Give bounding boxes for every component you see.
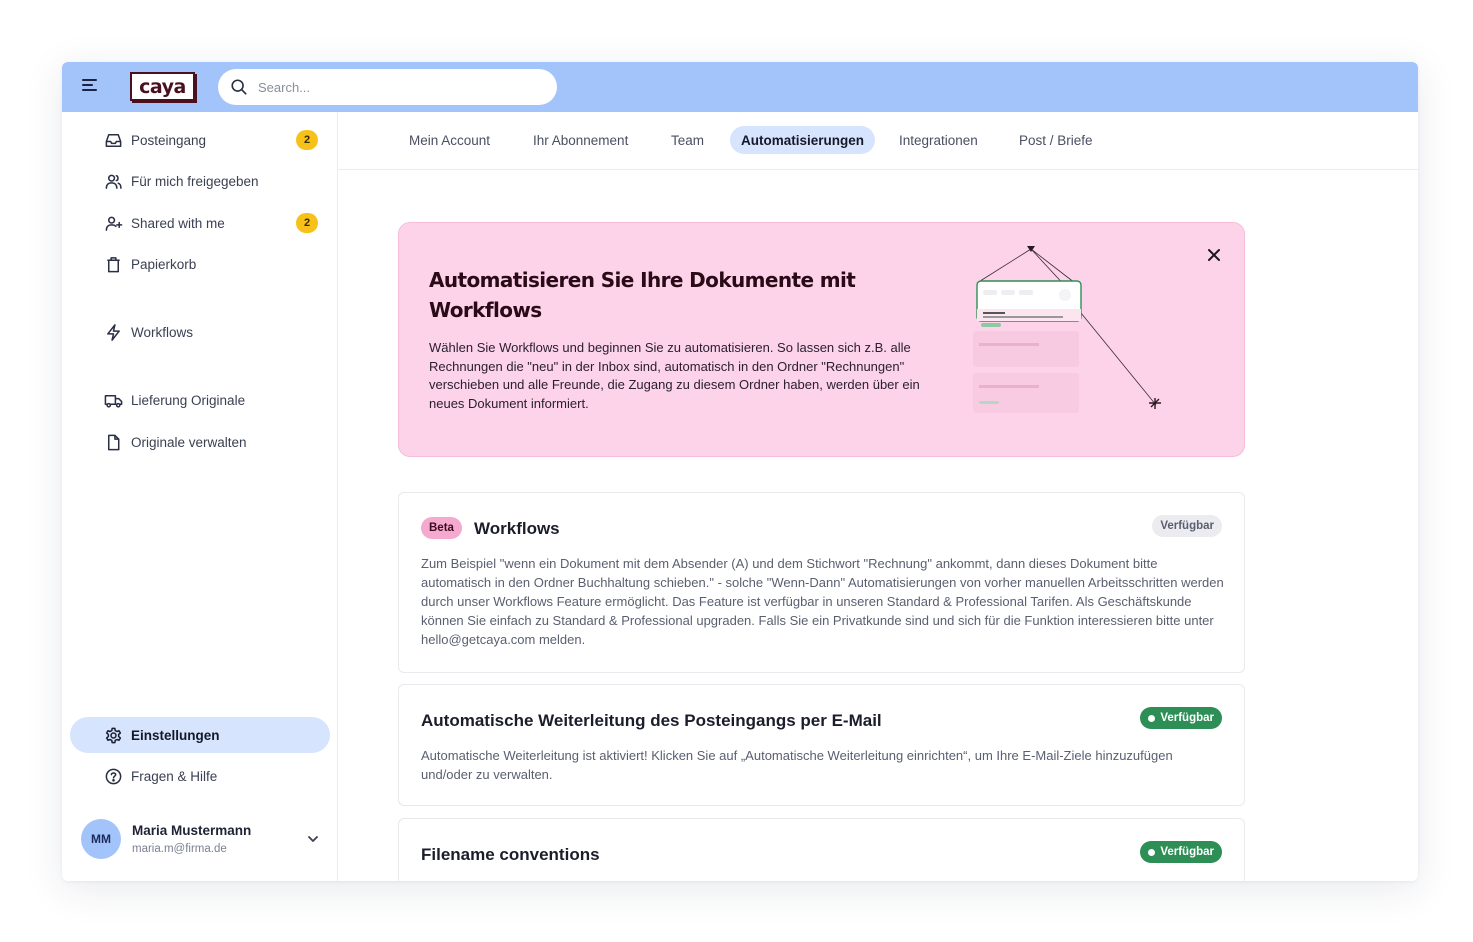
menu-icon[interactable] <box>82 79 98 93</box>
tab-team[interactable]: Team <box>660 126 715 154</box>
search-input[interactable] <box>258 79 538 95</box>
status-label: Verfügbar <box>1160 846 1214 858</box>
trash-icon <box>103 254 123 274</box>
lightning-icon <box>103 322 123 342</box>
sidebar-item-label: Shared with me <box>131 215 225 231</box>
sidebar-item-label: Originale verwalten <box>131 434 247 450</box>
close-icon[interactable] <box>1206 247 1222 263</box>
sidebar-item-fuer-mich-freigegeben[interactable]: Für mich freigegeben <box>70 163 330 199</box>
sidebar-item-label: Papierkorb <box>131 256 197 272</box>
beta-badge: Beta <box>421 517 462 539</box>
status-badge: Verfügbar <box>1152 515 1222 537</box>
sidebar-item-label: Posteingang <box>131 132 207 148</box>
workflows-promo-banner: Automatisieren Sie Ihre Dokumente mit Wo… <box>398 222 1245 457</box>
status-badge: Verfügbar <box>1140 707 1222 729</box>
sidebar-item-label: Fragen & Hilfe <box>131 768 218 784</box>
tab-automatisierungen[interactable]: Automatisierungen <box>730 126 876 154</box>
status-label: Verfügbar <box>1160 712 1214 724</box>
card-description: Zum Beispiel "wenn ein Dokument mit dem … <box>421 556 1224 647</box>
sidebar-item-shared-with-me[interactable]: Shared with me 2 <box>70 205 330 241</box>
top-bar: caya <box>62 62 1418 112</box>
truck-icon <box>103 390 123 410</box>
card-description: Automatische Weiterleitung ist aktiviert… <box>421 748 1173 782</box>
feature-card-email-forwarding[interactable]: Automatische Weiterleitung des Posteinga… <box>398 684 1245 806</box>
help-icon <box>103 766 123 786</box>
status-dot <box>1148 714 1156 722</box>
sidebar-item-label: Lieferung Originale <box>131 392 246 408</box>
status-badge: Verfügbar <box>1140 841 1222 863</box>
sidebar-item-label: Workflows <box>131 324 194 340</box>
user-email: maria.m@firma.de <box>132 843 227 855</box>
sidebar-item-label: Für mich freigegeben <box>131 173 259 189</box>
app-window: caya Posteingang 2 <box>62 62 1418 881</box>
search-box[interactable] <box>218 69 557 105</box>
sidebar-item-label: Einstellungen <box>131 727 220 743</box>
caya-logo[interactable]: caya <box>130 72 195 101</box>
user-plus-icon <box>103 213 123 233</box>
sidebar-item-einstellungen[interactable]: Einstellungen <box>70 717 330 753</box>
status-dot <box>1148 848 1156 856</box>
feature-card-workflows[interactable]: Beta Workflows Verfügbar Zum Beispiel "w… <box>398 492 1245 673</box>
inbox-icon <box>103 130 123 150</box>
gear-icon <box>103 725 123 745</box>
banner-title: Automatisieren Sie Ihre Dokumente mit Wo… <box>429 268 856 322</box>
search-icon <box>231 79 247 95</box>
workflow-illustration <box>973 246 1161 413</box>
sidebar-item-fragen-hilfe[interactable]: Fragen & Hilfe <box>70 758 330 794</box>
count-badge: 2 <box>296 213 318 233</box>
tab-mein-account[interactable]: Mein Account <box>398 126 501 154</box>
avatar: MM <box>81 819 121 859</box>
card-title: Automatische Weiterleitung des Posteinga… <box>421 711 882 730</box>
sidebar-item-workflows[interactable]: Workflows <box>70 314 330 350</box>
sidebar-item-originale-verwalten[interactable]: Originale verwalten <box>70 424 330 460</box>
feature-card-filename-conventions[interactable]: Filename conventions Verfügbar <box>398 818 1245 881</box>
user-profile[interactable]: MM Maria Mustermann maria.m@firma.de <box>81 818 321 860</box>
main-content: Automatisieren Sie Ihre Dokumente mit Wo… <box>338 170 1418 881</box>
sidebar: Posteingang 2 Für mich freigegeben Share… <box>62 112 338 881</box>
card-title: Filename conventions <box>421 845 600 864</box>
card-title: Workflows <box>474 519 560 538</box>
document-icon <box>103 432 123 452</box>
banner-text: Wählen Sie Workflows und beginnen Sie zu… <box>429 340 920 411</box>
chevron-down-icon[interactable] <box>305 831 321 847</box>
users-icon <box>103 171 123 191</box>
user-name: Maria Mustermann <box>132 823 252 838</box>
tab-integrationen[interactable]: Integrationen <box>888 126 989 154</box>
user-info: Maria Mustermann maria.m@firma.de <box>132 823 251 855</box>
count-badge: 2 <box>296 130 318 150</box>
sidebar-item-papierkorb[interactable]: Papierkorb <box>70 246 330 282</box>
tab-post-briefe[interactable]: Post / Briefe <box>1008 126 1104 154</box>
sidebar-item-lieferung-originale[interactable]: Lieferung Originale <box>70 382 330 418</box>
tab-ihr-abonnement[interactable]: Ihr Abonnement <box>522 126 639 154</box>
settings-tabs: Mein Account Ihr Abonnement Team Automat… <box>338 112 1418 170</box>
sidebar-item-posteingang[interactable]: Posteingang 2 <box>70 122 330 158</box>
